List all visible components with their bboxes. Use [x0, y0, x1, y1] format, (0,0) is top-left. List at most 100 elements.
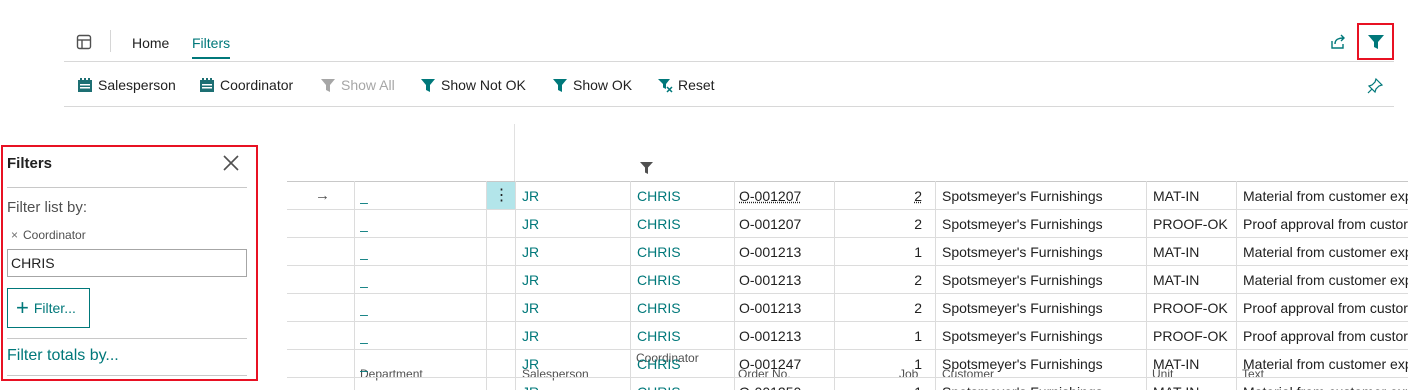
coordinator-cell[interactable]: CHRIS — [637, 238, 727, 266]
order-no-cell[interactable]: O-001213 — [739, 322, 829, 350]
salesperson-action[interactable]: Salesperson — [77, 75, 176, 95]
table-row[interactable]: _ JR CHRIS O-001250 1 Spotsmeyer's Furnishing… — [287, 378, 1408, 390]
customer-cell: Spotsmeyer's Furnishings — [942, 216, 1103, 232]
coordinator-cell[interactable]: CHRIS — [637, 322, 727, 350]
pin-icon[interactable] — [1367, 77, 1385, 95]
customer-cell: Spotsmeyer's Furnishings — [942, 356, 1103, 372]
salesperson-cell[interactable]: JR — [522, 378, 622, 390]
coordinator-cell[interactable]: CHRIS — [637, 294, 727, 322]
job-cell[interactable]: 2 — [847, 182, 922, 210]
filter-icon — [1367, 34, 1384, 49]
job-cell[interactable]: 1 — [847, 378, 922, 390]
remove-filter-button[interactable]: × — [11, 228, 18, 242]
report-icon — [200, 78, 214, 92]
show-ok-action[interactable]: Show OK — [552, 75, 632, 95]
salesperson-cell[interactable]: JR — [522, 210, 622, 238]
order-no-cell[interactable]: O-001213 — [739, 294, 829, 322]
show-all-action[interactable]: Show All — [320, 75, 395, 95]
coordinator-cell[interactable]: CHRIS — [637, 266, 727, 294]
filter-totals-by-link[interactable]: Filter totals by... — [7, 347, 119, 365]
table-row[interactable]: _ JR CHRIS O-001213 2 Spotsmeyer's Furnishing… — [287, 294, 1408, 322]
department-cell[interactable]: _ — [360, 350, 480, 378]
unit-cell: PROOF-OK — [1153, 216, 1228, 232]
salesperson-cell[interactable]: JR — [522, 182, 622, 210]
share-icon[interactable] — [1329, 33, 1347, 51]
order-no-cell[interactable]: O-001213 — [739, 238, 829, 266]
department-cell[interactable]: _ — [360, 210, 480, 238]
department-cell[interactable]: _ — [360, 266, 480, 294]
show-not-ok-action[interactable]: Show Not OK — [420, 75, 526, 95]
order-no-cell[interactable]: O-001250 — [739, 378, 829, 390]
department-cell[interactable]: _ — [360, 378, 480, 390]
add-filter-button[interactable]: + Filter... — [7, 288, 90, 328]
job-cell[interactable]: 1 — [847, 238, 922, 266]
job-cell[interactable]: 2 — [847, 210, 922, 238]
column-divider — [1146, 181, 1147, 390]
column-divider — [834, 181, 835, 390]
coordinator-filter-input[interactable] — [7, 249, 247, 277]
department-cell[interactable]: _ — [360, 182, 480, 210]
customer-cell: Spotsmeyer's Furnishings — [942, 328, 1103, 344]
filter-icon — [421, 79, 435, 92]
customer-cell: Spotsmeyer's Furnishings — [942, 244, 1103, 260]
filter-pane-title: Filters — [7, 155, 53, 172]
coordinator-cell[interactable]: CHRIS — [637, 182, 727, 210]
coordinator-cell[interactable]: CHRIS — [637, 350, 727, 378]
tab-filters[interactable]: Filters — [192, 35, 231, 59]
show-ok-action-label: Show OK — [573, 77, 633, 93]
table-row[interactable]: _ JR CHRIS O-001213 2 Spotsmeyer's Furnishing… — [287, 266, 1408, 294]
salesperson-cell[interactable]: JR — [522, 322, 622, 350]
job-cell[interactable]: 2 — [847, 266, 922, 294]
job-cell[interactable]: 1 — [847, 322, 922, 350]
department-cell[interactable]: _ — [360, 322, 480, 350]
salesperson-action-label: Salesperson — [98, 77, 176, 93]
coordinator-action[interactable]: Coordinator — [199, 75, 293, 95]
customer-cell: Spotsmeyer's Furnishings — [942, 300, 1103, 316]
department-cell[interactable]: _ — [360, 294, 480, 322]
tab-home[interactable]: Home — [132, 35, 169, 51]
reset-action-label: Reset — [678, 77, 715, 93]
order-no-cell[interactable]: O-001207 — [739, 182, 829, 210]
table-row[interactable]: _ JR CHRIS O-001213 1 Spotsmeyer's Furnishing… — [287, 322, 1408, 350]
order-no-cell[interactable]: O-001207 — [739, 210, 829, 238]
table-row[interactable]: _ JR CHRIS O-001213 1 Spotsmeyer's Furnishing… — [287, 238, 1408, 266]
coordinator-cell[interactable]: CHRIS — [637, 210, 727, 238]
table-row[interactable]: _ JR CHRIS O-001247 1 Spotsmeyer's Furnishing… — [287, 350, 1408, 378]
salesperson-cell[interactable]: JR — [522, 350, 622, 378]
current-row-arrow: → — [315, 187, 330, 204]
job-cell[interactable]: 2 — [847, 294, 922, 322]
toggle-filter-pane-button[interactable] — [1357, 23, 1394, 60]
unit-cell: MAT-IN — [1153, 244, 1200, 260]
coordinator-action-label: Coordinator — [220, 77, 294, 93]
job-cell[interactable]: 1 — [847, 350, 922, 378]
filter-pane: Filters Filter list by: × Coordinator + … — [1, 145, 258, 381]
table-row[interactable]: _ JR CHRIS O-001207 2 Spotsmeyer's Furnishing… — [287, 210, 1408, 238]
row-actions-button[interactable]: ⋮ — [487, 182, 516, 209]
order-no-cell[interactable]: O-001213 — [739, 266, 829, 294]
order-no-cell[interactable]: O-001247 — [739, 350, 829, 378]
filter-list-by-label: Filter list by: — [7, 199, 88, 216]
reset-action[interactable]: Reset — [657, 75, 715, 95]
customer-cell: Spotsmeyer's Furnishings — [942, 378, 1142, 390]
show-all-action-label: Show All — [341, 77, 395, 93]
plus-icon: + — [16, 295, 29, 320]
add-filter-label: Filter... — [33, 300, 76, 316]
column-divider — [630, 181, 631, 390]
nav-divider — [110, 30, 111, 52]
page-layout-icon[interactable] — [76, 34, 92, 50]
department-cell[interactable]: _ — [360, 238, 480, 266]
salesperson-cell[interactable]: JR — [522, 266, 622, 294]
unit-cell: MAT-IN — [1153, 378, 1233, 390]
divider — [7, 375, 247, 376]
salesperson-cell[interactable]: JR — [522, 238, 622, 266]
close-icon[interactable] — [221, 153, 241, 173]
top-navigation: Home Filters — [64, 23, 1394, 62]
coordinator-cell[interactable]: CHRIS — [637, 378, 727, 390]
header-divider — [514, 124, 515, 181]
table-row[interactable]: → ⋮ _ JR CHRIS O-001207 2 Spotsmeyer's Furnishi… — [287, 182, 1408, 210]
salesperson-cell[interactable]: JR — [522, 294, 622, 322]
customer-cell: Spotsmeyer's Furnishings — [942, 188, 1103, 204]
filter-icon — [553, 79, 567, 92]
divider — [7, 338, 247, 339]
filter-field-name: Coordinator — [23, 228, 86, 242]
